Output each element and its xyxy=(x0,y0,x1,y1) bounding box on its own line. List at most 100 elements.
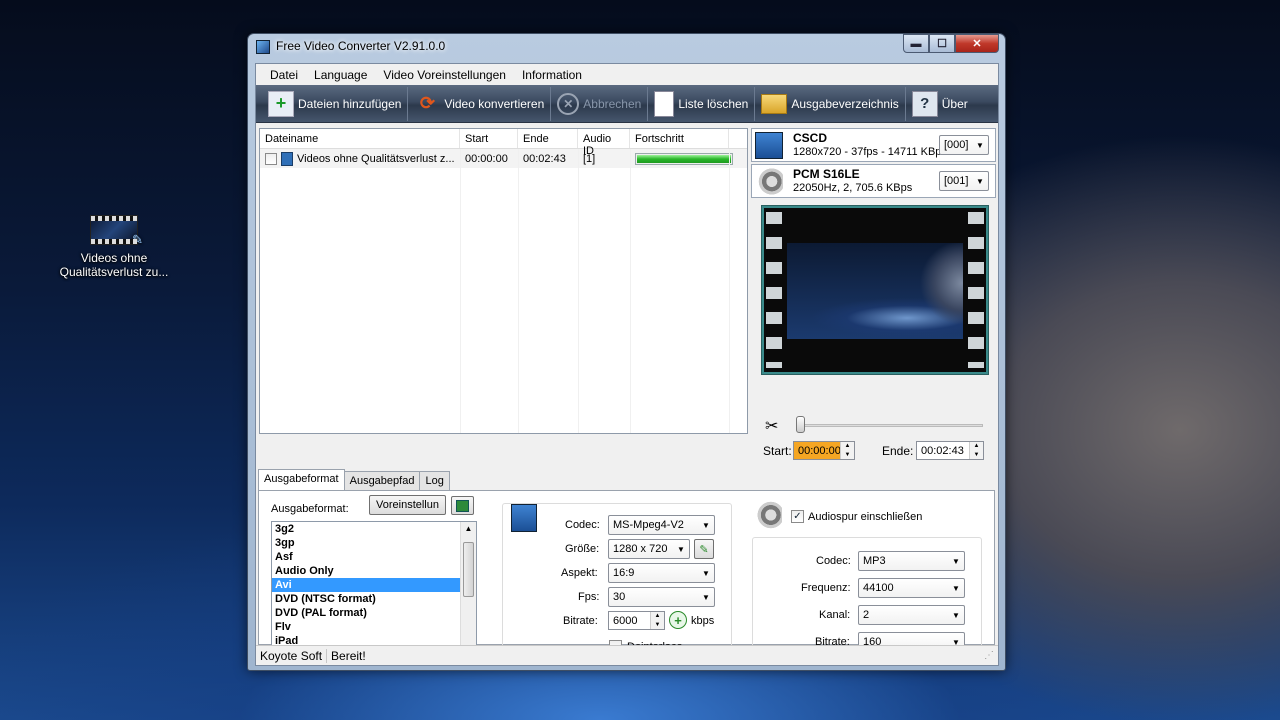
title-bar[interactable]: Free Video Converter V2.91.0.0 ▬ ☐ ✕ xyxy=(248,34,1005,60)
include-audio-checkbox[interactable]: ✓ xyxy=(791,510,804,523)
clear-list-button[interactable]: Liste löschen xyxy=(648,86,756,121)
size-label: Größe: xyxy=(565,543,600,555)
edit-icon: ✎ xyxy=(699,543,709,556)
fps-select[interactable]: 30 ▼ xyxy=(608,587,715,607)
menu-video-voreinstellungen[interactable]: Video Voreinstellungen xyxy=(375,68,514,82)
speaker-icon xyxy=(755,168,783,195)
maximize-button[interactable]: ☐ xyxy=(929,34,955,53)
list-item[interactable]: DVD (NTSC format) xyxy=(272,592,476,606)
file-list[interactable]: Dateiname Start Ende Audio ID Fortschrit… xyxy=(259,128,748,434)
output-format-label: Ausgabeformat: xyxy=(271,503,349,515)
format-list-scrollbar[interactable]: ▲ ▼ xyxy=(460,522,476,662)
tab-ausgabepfad[interactable]: Ausgabepfad xyxy=(343,471,421,490)
add-bitrate-icon[interactable]: + xyxy=(669,611,687,629)
format-list[interactable]: 3g2 3gp Asf Audio Only Avi DVD (NTSC for… xyxy=(271,521,477,663)
aspect-select[interactable]: 16:9 ▼ xyxy=(608,563,715,583)
start-label: Start: xyxy=(763,444,792,458)
film-icon xyxy=(511,504,537,532)
video-bitrate-input[interactable]: 6000 ▲ ▼ xyxy=(608,611,665,630)
add-file-icon: + xyxy=(268,90,294,117)
menu-information[interactable]: Information xyxy=(514,68,590,82)
save-icon xyxy=(456,499,469,512)
video-file-icon xyxy=(281,151,293,166)
preset-button[interactable]: Voreinstellun xyxy=(369,495,446,515)
column-ende[interactable]: Ende xyxy=(518,129,578,148)
column-start[interactable]: Start xyxy=(460,129,518,148)
scissors-icon[interactable]: ✂ xyxy=(765,416,778,436)
film-icon xyxy=(755,132,783,159)
edit-size-button[interactable]: ✎ xyxy=(694,539,714,559)
seek-track[interactable] xyxy=(797,424,983,427)
list-item[interactable]: Asf xyxy=(272,550,476,564)
chevron-down-icon: ▼ xyxy=(702,568,710,578)
frequency-label: Frequenz: xyxy=(801,582,851,594)
tab-ausgabeformat[interactable]: Ausgabeformat xyxy=(258,469,345,490)
chevron-down-icon: ▼ xyxy=(702,520,710,530)
app-window: Free Video Converter V2.91.0.0 ▬ ☐ ✕ Dat… xyxy=(247,33,1006,671)
status-message: Bereit! xyxy=(331,648,366,663)
minimize-button[interactable]: ▬ xyxy=(903,34,929,53)
resize-grip-icon[interactable]: ⋰ xyxy=(980,650,998,661)
convert-icon: ⟳ xyxy=(419,93,435,113)
list-item[interactable]: 3g2 xyxy=(272,522,476,536)
about-button[interactable]: ? Über xyxy=(906,87,974,121)
list-item[interactable]: Audio Only xyxy=(272,564,476,578)
column-fortschritt[interactable]: Fortschritt xyxy=(630,129,729,148)
frequency-select[interactable]: 44100 ▼ xyxy=(858,578,965,598)
status-company: Koyote Soft xyxy=(256,648,328,663)
menu-bar: Datei Language Video Voreinstellungen In… xyxy=(256,64,998,85)
seek-thumb[interactable] xyxy=(796,416,805,433)
save-preset-button[interactable] xyxy=(451,496,474,515)
audio-stream-select[interactable]: [001] ▼ xyxy=(939,171,989,191)
output-format-panel: Ausgabeformat: Voreinstellun 3g2 3gp Asf… xyxy=(258,490,995,663)
video-preview xyxy=(761,205,989,375)
add-files-button[interactable]: + Dateien hinzufügen xyxy=(262,86,409,121)
audio-settings-group: Codec: MP3 ▼ Frequenz: 44100 ▼ Kanal: 2 ▼ B… xyxy=(752,537,982,655)
table-row[interactable]: Videos ohne Qualitätsverlust z... 00:00:… xyxy=(260,149,747,168)
chevron-down-icon: ▼ xyxy=(702,592,710,602)
start-time-input[interactable]: 00:00:00 ▲ ▼ xyxy=(793,441,855,460)
list-item[interactable]: Flv xyxy=(272,620,476,634)
stream-panel: CSCD 1280x720 - 37fps - 14711 KBp [000] … xyxy=(751,128,996,200)
folder-icon xyxy=(761,93,788,114)
cancel-icon: ✕ xyxy=(557,92,580,115)
audio-codec-label: Codec: xyxy=(816,555,851,567)
channel-select[interactable]: 2 ▼ xyxy=(858,605,965,625)
list-item[interactable]: 3gp xyxy=(272,536,476,550)
end-time-input[interactable]: 00:02:43 ▲ ▼ xyxy=(916,441,984,460)
row-progress-bar xyxy=(635,152,733,165)
list-item-selected[interactable]: Avi xyxy=(272,578,476,592)
tab-log[interactable]: Log xyxy=(419,471,450,490)
video-file-icon: ✎ xyxy=(90,215,143,247)
column-audio-id[interactable]: Audio ID xyxy=(578,129,630,157)
desktop-video-icon[interactable]: ✎ Videos ohne Qualitätsverlust zu... xyxy=(55,213,173,279)
output-dir-button[interactable]: Ausgabeverzeichnis xyxy=(755,86,906,121)
toolbar: + Dateien hinzufügen ⟳ Video konvertiere… xyxy=(256,85,998,123)
audio-codec-name: PCM S16LE xyxy=(793,167,860,181)
include-audio-label: Audiospur einschließen xyxy=(808,511,923,523)
menu-datei[interactable]: Datei xyxy=(262,68,306,82)
video-stream: CSCD 1280x720 - 37fps - 14711 KBp [000] … xyxy=(751,128,996,162)
video-codec-select[interactable]: MS-Mpeg4-V2 ▼ xyxy=(608,515,715,535)
close-button[interactable]: ✕ xyxy=(955,34,999,53)
chevron-down-icon: ▼ xyxy=(952,556,960,566)
list-item[interactable]: DVD (PAL format) xyxy=(272,606,476,620)
row-audio-id: [1] xyxy=(583,152,596,165)
video-size-select[interactable]: 1280 x 720 ▼ xyxy=(608,539,690,559)
file-list-header: Dateiname Start Ende Audio ID Fortschrit… xyxy=(260,129,747,157)
row-checkbox[interactable] xyxy=(265,152,277,165)
trim-controls: ✂ Start: 00:00:00 ▲ ▼ Ende: 00:02:43 ▲ ▼ xyxy=(761,412,989,462)
video-codec-name: CSCD xyxy=(793,131,828,145)
column-dateiname[interactable]: Dateiname xyxy=(260,129,460,148)
bitrate-unit: kbps xyxy=(691,615,715,627)
preview-frame xyxy=(787,243,963,339)
chevron-down-icon: ▼ xyxy=(976,140,984,150)
audio-codec-select[interactable]: MP3 ▼ xyxy=(858,551,965,571)
menu-language[interactable]: Language xyxy=(306,68,375,82)
video-stream-info: 1280x720 - 37fps - 14711 KBp xyxy=(793,146,942,158)
row-end: 00:02:43 xyxy=(523,152,566,165)
convert-button[interactable]: ⟳ Video konvertieren xyxy=(408,86,552,121)
video-stream-select[interactable]: [000] ▼ xyxy=(939,135,989,155)
document-icon xyxy=(654,90,675,117)
cancel-button[interactable]: ✕ Abbrechen xyxy=(551,86,649,121)
